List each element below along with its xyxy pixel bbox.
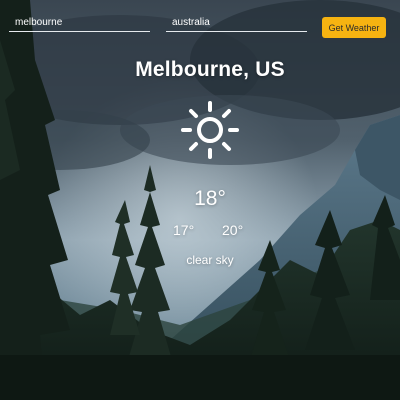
min-temperature: 17° (173, 222, 195, 238)
max-temperature: 20° (222, 222, 244, 238)
location-title: Melbourne, US (135, 58, 285, 81)
sun-icon (181, 101, 239, 159)
current-temperature: 18° (194, 187, 226, 210)
weather-panel: Melbourne, US 18° 17° 20° clear sky (0, 0, 400, 400)
weather-description: clear sky (186, 253, 234, 267)
